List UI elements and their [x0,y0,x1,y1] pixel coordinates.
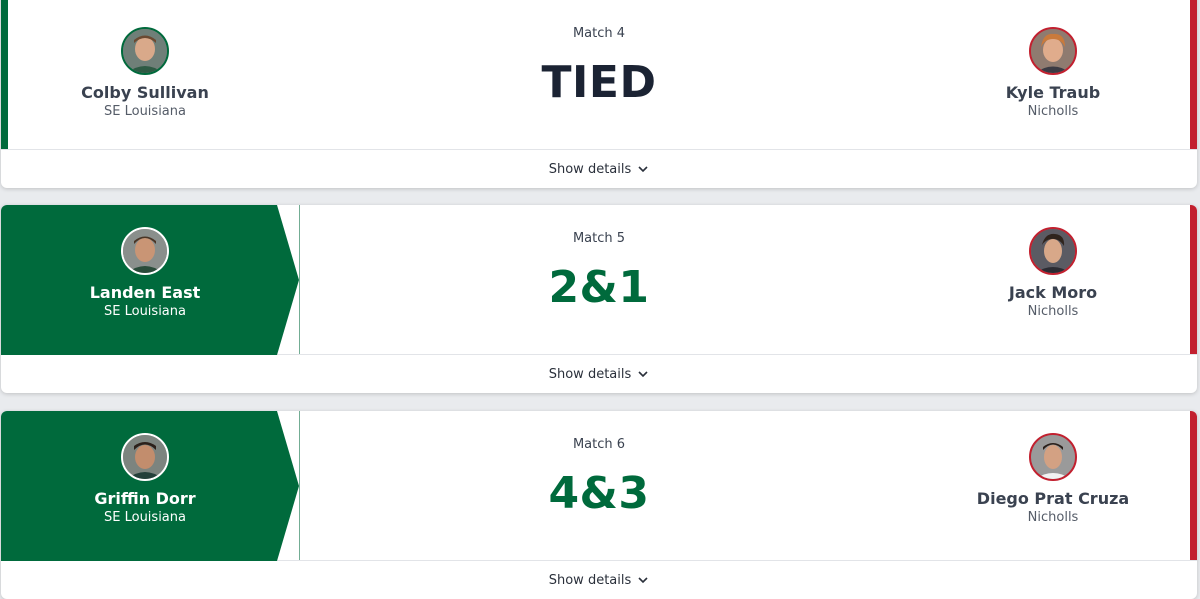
away-player-team: Nicholls [1027,104,1079,119]
away-player-avatar [1029,433,1077,481]
home-player-name: Colby Sullivan [81,83,209,102]
show-details-button[interactable]: Show details [1,561,1197,599]
home-player-name: Griffin Dorr [94,489,196,508]
away-player-name: Jack Moro [1008,283,1098,302]
away-player-avatar [1029,27,1077,75]
winner-divider [299,205,300,354]
away-player-avatar [1029,227,1077,275]
away-player[interactable]: Diego Prat Cruza Nicholls [928,433,1178,525]
home-player[interactable]: Landen East SE Louisiana [20,227,270,319]
home-player-team: SE Louisiana [104,104,186,119]
match-label: Match 5 [572,231,626,246]
home-player-avatar [121,433,169,481]
away-player[interactable]: Jack Moro Nicholls [928,227,1178,319]
match-result: 4&3 [548,468,650,519]
show-details-button[interactable]: Show details [1,355,1197,393]
match-main-4: Colby Sullivan SE Louisiana Match 4 TIED… [1,0,1197,150]
match-card-5: Landen East SE Louisiana Match 5 2&1 Jac… [1,205,1197,393]
away-team-bar [1190,205,1197,354]
match-center: Match 4 TIED [351,0,847,149]
match-center: Match 6 4&3 [351,411,847,560]
chevron-down-icon [638,577,648,584]
match-result: 2&1 [548,262,650,313]
away-player-name: Diego Prat Cruza [976,489,1130,508]
match-main-5: Landen East SE Louisiana Match 5 2&1 Jac… [1,205,1197,355]
away-team-bar [1190,0,1197,149]
show-details-label: Show details [548,161,632,177]
match-main-6: Griffin Dorr SE Louisiana Match 6 4&3 Di… [1,411,1197,561]
match-center: Match 5 2&1 [351,205,847,354]
home-player[interactable]: Griffin Dorr SE Louisiana [20,433,270,525]
match-label: Match 6 [572,437,626,452]
show-details-button[interactable]: Show details [1,150,1197,188]
home-player[interactable]: Colby Sullivan SE Louisiana [20,27,270,119]
home-player-avatar [121,227,169,275]
home-player-avatar [121,27,169,75]
winner-divider [299,411,300,560]
home-player-team: SE Louisiana [104,510,186,525]
home-team-bar [1,0,8,149]
away-player-team: Nicholls [1027,304,1079,319]
away-player[interactable]: Kyle Traub Nicholls [928,27,1178,119]
chevron-down-icon [638,166,648,173]
show-details-label: Show details [548,572,632,588]
match-card-4: Colby Sullivan SE Louisiana Match 4 TIED… [1,0,1197,188]
match-result: TIED [541,57,657,108]
show-details-label: Show details [548,366,632,382]
match-label: Match 4 [572,26,626,41]
match-card-6: Griffin Dorr SE Louisiana Match 6 4&3 Di… [1,411,1197,599]
home-player-team: SE Louisiana [104,304,186,319]
home-player-name: Landen East [89,283,201,302]
chevron-down-icon [638,371,648,378]
away-player-name: Kyle Traub [1005,83,1101,102]
away-team-bar [1190,411,1197,560]
away-player-team: Nicholls [1027,510,1079,525]
